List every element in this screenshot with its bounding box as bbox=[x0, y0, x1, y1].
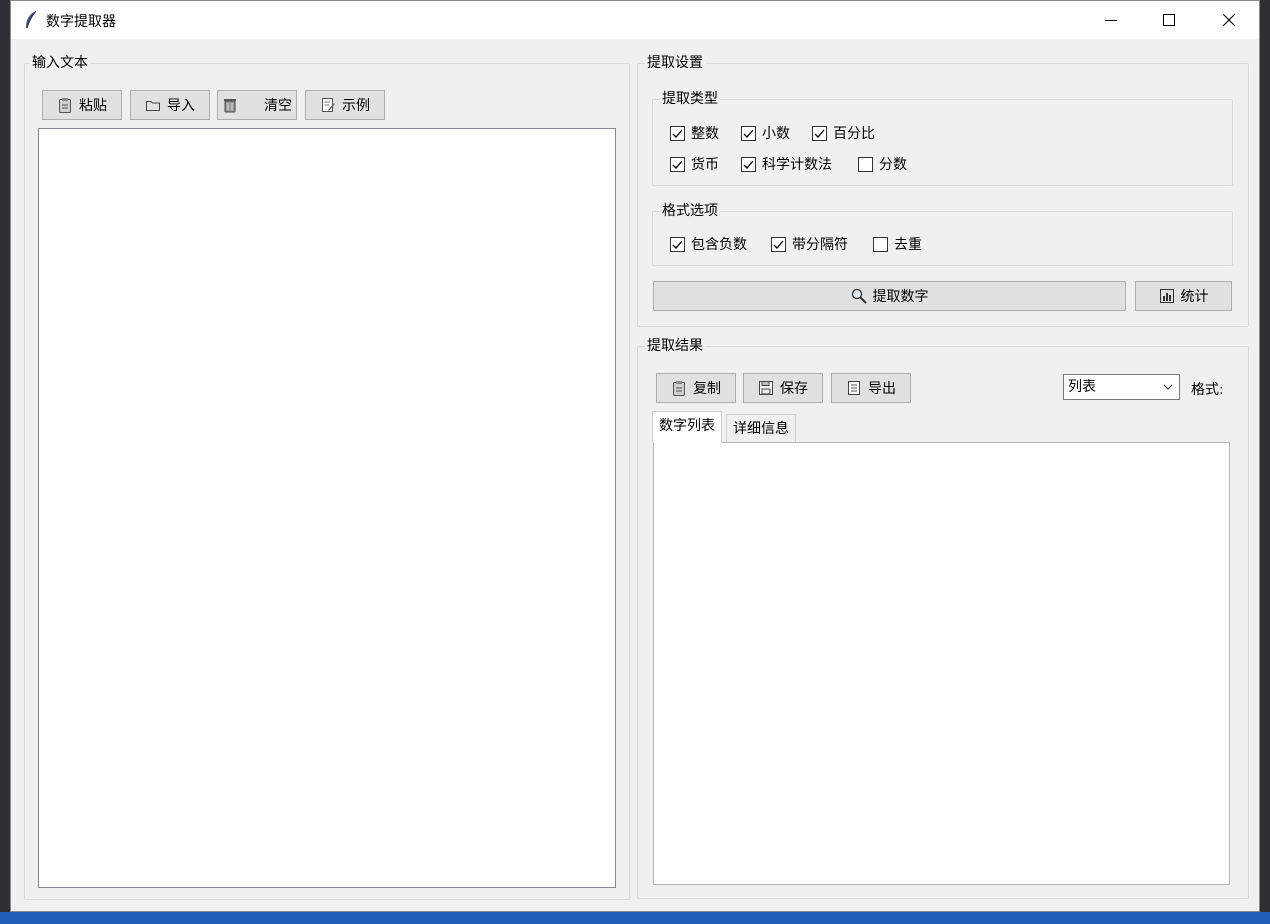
maximize-icon bbox=[1163, 14, 1175, 26]
checkbox-label: 货币 bbox=[691, 157, 719, 173]
checkbox-box[interactable] bbox=[670, 125, 685, 141]
window-title: 数字提取器 bbox=[46, 14, 116, 30]
check-icon bbox=[743, 160, 754, 169]
checkbox-scientific[interactable]: 科学计数法 bbox=[741, 155, 832, 173]
export-button[interactable]: 导出 bbox=[831, 373, 911, 403]
checkbox-box[interactable] bbox=[741, 125, 756, 141]
minimize-icon bbox=[1105, 20, 1117, 21]
settings-group-label: 提取设置 bbox=[645, 55, 705, 71]
copy-button[interactable]: 复制 bbox=[656, 373, 736, 403]
document-icon bbox=[846, 380, 862, 396]
tab-details[interactable]: 详细信息 bbox=[726, 414, 796, 444]
results-textarea[interactable] bbox=[653, 442, 1230, 885]
paste-label: 粘贴 bbox=[79, 98, 107, 114]
import-label: 导入 bbox=[167, 98, 195, 114]
search-icon bbox=[851, 288, 867, 304]
app-window: 数字提取器 输入文本 粘贴 导入 清空 示例 提取设置 提取类型 整数 小数 百… bbox=[10, 0, 1260, 912]
floppy-disk-icon bbox=[758, 380, 774, 396]
check-icon bbox=[743, 129, 754, 138]
type-group-label: 提取类型 bbox=[660, 91, 720, 107]
checkbox-separator[interactable]: 带分隔符 bbox=[771, 235, 848, 253]
save-label: 保存 bbox=[780, 381, 808, 397]
checkbox-decimal[interactable]: 小数 bbox=[741, 124, 790, 142]
checkbox-label: 科学计数法 bbox=[762, 157, 832, 173]
tab-number-list-label: 数字列表 bbox=[659, 418, 715, 434]
checkbox-box[interactable] bbox=[670, 156, 685, 172]
checkbox-label: 带分隔符 bbox=[792, 237, 848, 253]
checkbox-label: 分数 bbox=[879, 157, 907, 173]
copy-label: 复制 bbox=[693, 381, 721, 397]
extract-label: 提取数字 bbox=[872, 289, 929, 305]
feather-icon bbox=[23, 10, 39, 30]
input-textarea[interactable] bbox=[38, 128, 616, 888]
format-select-value: 列表 bbox=[1068, 379, 1096, 395]
desktop-edge-right bbox=[1260, 0, 1270, 924]
checkbox-negative[interactable]: 包含负数 bbox=[670, 235, 747, 253]
chevron-down-icon bbox=[1163, 384, 1173, 390]
check-icon bbox=[814, 129, 825, 138]
clear-button[interactable]: 清空 bbox=[217, 90, 297, 120]
edit-document-icon bbox=[320, 97, 336, 113]
import-button[interactable]: 导入 bbox=[130, 90, 210, 120]
checkbox-label: 去重 bbox=[894, 237, 922, 253]
format-select[interactable]: 列表 bbox=[1063, 374, 1180, 400]
results-tabs: 数字列表 详细信息 bbox=[652, 411, 812, 445]
stats-label: 统计 bbox=[1180, 289, 1209, 305]
clipboard-icon bbox=[57, 97, 73, 113]
checkbox-box[interactable] bbox=[858, 156, 873, 172]
check-icon bbox=[773, 240, 784, 249]
results-group-label: 提取结果 bbox=[645, 338, 705, 354]
example-button[interactable]: 示例 bbox=[305, 90, 385, 120]
check-icon bbox=[672, 160, 683, 169]
checkbox-percent[interactable]: 百分比 bbox=[812, 124, 875, 142]
close-icon bbox=[1223, 14, 1235, 26]
checkbox-box[interactable] bbox=[771, 236, 786, 252]
example-label: 示例 bbox=[342, 98, 370, 114]
input-group-label: 输入文本 bbox=[30, 55, 90, 71]
tab-number-list[interactable]: 数字列表 bbox=[652, 411, 722, 443]
extract-button[interactable]: 提取数字 bbox=[653, 281, 1126, 311]
minimize-button[interactable] bbox=[1083, 1, 1141, 39]
close-button[interactable] bbox=[1201, 1, 1259, 39]
tab-details-label: 详细信息 bbox=[733, 421, 789, 437]
checkbox-label: 百分比 bbox=[833, 126, 875, 142]
folder-icon bbox=[145, 97, 161, 113]
paste-button[interactable]: 粘贴 bbox=[42, 90, 122, 120]
check-icon bbox=[672, 129, 683, 138]
desktop-edge-left bbox=[0, 0, 10, 924]
checkbox-label: 整数 bbox=[691, 126, 719, 142]
taskbar bbox=[0, 912, 1270, 924]
stats-button[interactable]: 统计 bbox=[1135, 281, 1232, 311]
checkbox-box[interactable] bbox=[812, 125, 827, 141]
checkbox-currency[interactable]: 货币 bbox=[670, 155, 719, 173]
checkbox-box[interactable] bbox=[670, 236, 685, 252]
type-groupbox bbox=[652, 99, 1233, 186]
checkbox-label: 小数 bbox=[762, 126, 790, 142]
checkbox-integer[interactable]: 整数 bbox=[670, 124, 719, 142]
bar-chart-icon bbox=[1159, 288, 1175, 304]
checkbox-dedupe[interactable]: 去重 bbox=[873, 235, 922, 253]
maximize-button[interactable] bbox=[1141, 1, 1199, 39]
checkbox-box[interactable] bbox=[873, 236, 888, 252]
export-label: 导出 bbox=[868, 381, 896, 397]
checkbox-fraction[interactable]: 分数 bbox=[858, 155, 907, 173]
checkbox-label: 包含负数 bbox=[691, 237, 747, 253]
check-icon bbox=[672, 240, 683, 249]
save-button[interactable]: 保存 bbox=[743, 373, 823, 403]
clear-label: 清空 bbox=[264, 98, 292, 114]
clipboard-icon bbox=[671, 380, 687, 396]
format-label: 格式: bbox=[1191, 382, 1224, 398]
format-group-label: 格式选项 bbox=[660, 203, 720, 219]
title-bar[interactable]: 数字提取器 bbox=[11, 1, 1259, 39]
checkbox-box[interactable] bbox=[741, 156, 756, 172]
trash-icon bbox=[222, 97, 238, 113]
